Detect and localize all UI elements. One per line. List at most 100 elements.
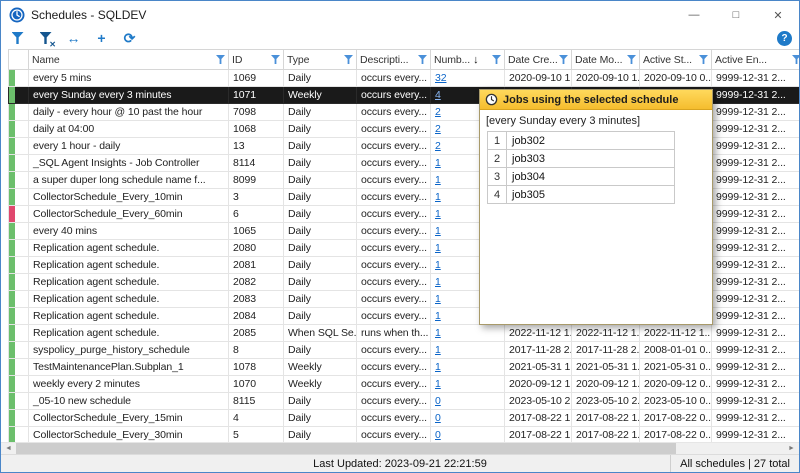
column-filter-icon[interactable] [216,55,225,64]
jobs-count-link[interactable]: 2 [435,123,441,135]
column-header-modified[interactable]: Date Mo... [571,49,640,70]
date-created-cell: 2023-05-10 2... [504,392,572,410]
column-label: Numb... [434,53,471,66]
schedule-row[interactable]: syspolicy_purge_history_schedule 8 Daily oc… [8,341,799,359]
row-status-indicator [8,324,29,342]
jobs-count-link[interactable]: 1 [435,378,441,390]
column-header-name[interactable]: Name [28,49,229,70]
column-header-jobs[interactable]: Numb... ↓ [430,49,505,70]
row-status-indicator [8,137,29,155]
status-bar-green [9,376,15,392]
jobs-count-link[interactable]: 1 [435,276,441,288]
column-filter-icon[interactable] [559,55,568,64]
status-bar-green [9,138,15,154]
column-header-end[interactable]: Active En... [711,49,799,70]
column-label: Active St... [643,53,692,66]
column-filter-icon[interactable] [344,55,353,64]
close-button[interactable]: ✕ [757,1,799,29]
jobs-count-link[interactable]: 32 [435,72,447,84]
column-label: Name [32,53,60,66]
job-row: 2 job303 [487,149,675,168]
fit-columns-icon[interactable]: ↔ [65,30,82,46]
jobs-count-link[interactable]: 1 [435,242,441,254]
maximize-button[interactable]: □ [715,1,757,29]
schedule-description-cell: occurs every... [356,256,431,274]
status-bar-green [9,359,15,375]
schedule-row[interactable]: Replication agent schedule. 2085 When SQL … [8,324,799,342]
jobs-count-link[interactable]: 1 [435,157,441,169]
status-bar-green [9,172,15,188]
jobs-count-link[interactable]: 1 [435,225,441,237]
column-filter-icon[interactable] [492,55,501,64]
schedule-row[interactable]: _05-10 new schedule 8115 Daily occurs every… [8,392,799,410]
column-filter-icon[interactable] [627,55,636,64]
jobs-count-link[interactable]: 2 [435,140,441,152]
schedule-row[interactable]: CollectorSchedule_Every_15min 4 Daily occur… [8,409,799,427]
refresh-icon[interactable]: ⟳ [121,30,138,46]
jobs-count-link[interactable]: 0 [435,395,441,407]
schedule-type-cell: Daily [283,205,357,223]
row-status-indicator [8,103,29,121]
scrollbar-track[interactable] [16,443,784,454]
last-updated-text: Last Updated: 2023-09-21 22:21:59 [313,457,487,470]
column-filter-icon[interactable] [792,55,799,64]
jobs-count-link[interactable]: 1 [435,361,441,373]
row-status-indicator [8,307,29,325]
jobs-count-link[interactable]: 0 [435,429,441,441]
active-end-cell: 9999-12-31 2... [711,426,799,442]
jobs-count-link[interactable]: 1 [435,174,441,186]
column-header-type[interactable]: Type [283,49,357,70]
schedule-row[interactable]: CollectorSchedule_Every_30min 5 Daily occur… [8,426,799,442]
schedule-row[interactable]: every 5 mins 1069 Daily occurs every... 32 20… [8,69,799,87]
horizontal-scrollbar[interactable]: ◄ ► [1,442,799,454]
active-end-cell: 9999-12-31 2... [711,154,799,172]
scrollbar-thumb[interactable] [16,443,677,454]
jobs-count-link[interactable]: 1 [435,327,441,339]
column-header-id[interactable]: ID [228,49,284,70]
jobs-count-link[interactable]: 1 [435,344,441,356]
funnel-icon [11,32,24,44]
schedule-id-cell: 5 [228,426,284,442]
status-bar-green [9,325,15,341]
clear-filter-icon[interactable]: ✕ [37,30,56,49]
column-filter-icon[interactable] [271,55,280,64]
jobs-count-link[interactable]: 2 [435,106,441,118]
scroll-right-arrow-icon[interactable]: ► [784,443,799,454]
filter-icon[interactable] [9,30,26,46]
date-modified-cell: 2020-09-12 1... [571,375,640,393]
row-status-indicator [8,392,29,410]
jobs-count-link[interactable]: 1 [435,310,441,322]
scroll-left-arrow-icon[interactable]: ◄ [1,443,16,454]
jobs-count-link[interactable]: 1 [435,293,441,305]
jobs-count-link[interactable]: 0 [435,412,441,424]
column-filter-icon[interactable] [418,55,427,64]
active-end-cell: 9999-12-31 2... [711,324,799,342]
jobs-count-link[interactable]: 1 [435,191,441,203]
column-header-desc[interactable]: Descripti... [356,49,431,70]
column-label: Active En... [715,53,767,66]
active-start-cell: 2021-05-31 0... [639,358,712,376]
schedule-description-cell: runs when th... [356,324,431,342]
schedule-name-cell: daily - every hour @ 10 past the hour [28,103,229,121]
window-controls: — □ ✕ [673,1,799,29]
status-bar-green [9,410,15,426]
column-label: Date Cre... [508,53,558,66]
help-icon[interactable]: ? [777,30,792,46]
jobs-count-link[interactable]: 1 [435,208,441,220]
add-schedule-icon[interactable]: + [93,30,110,46]
column-header-start[interactable]: Active St... [639,49,712,70]
status-bar-green [9,274,15,290]
status-bar-green [9,257,15,273]
column-header-created[interactable]: Date Cre... [504,49,572,70]
schedule-type-cell: When SQL Se... [283,324,357,342]
schedule-row[interactable]: weekly every 2 minutes 1070 Weekly occurs e… [8,375,799,393]
active-end-cell: 9999-12-31 2... [711,103,799,121]
minimize-button[interactable]: — [673,1,715,29]
row-status-indicator [8,205,29,223]
schedule-name-cell: every 1 hour - daily [28,137,229,155]
jobs-count-link[interactable]: 1 [435,259,441,271]
column-filter-icon[interactable] [699,55,708,64]
jobs-count-link[interactable]: 4 [435,89,441,101]
schedule-row[interactable]: TestMaintenancePlan.Subplan_1 1078 Weekly o… [8,358,799,376]
schedule-description-cell: occurs every... [356,290,431,308]
